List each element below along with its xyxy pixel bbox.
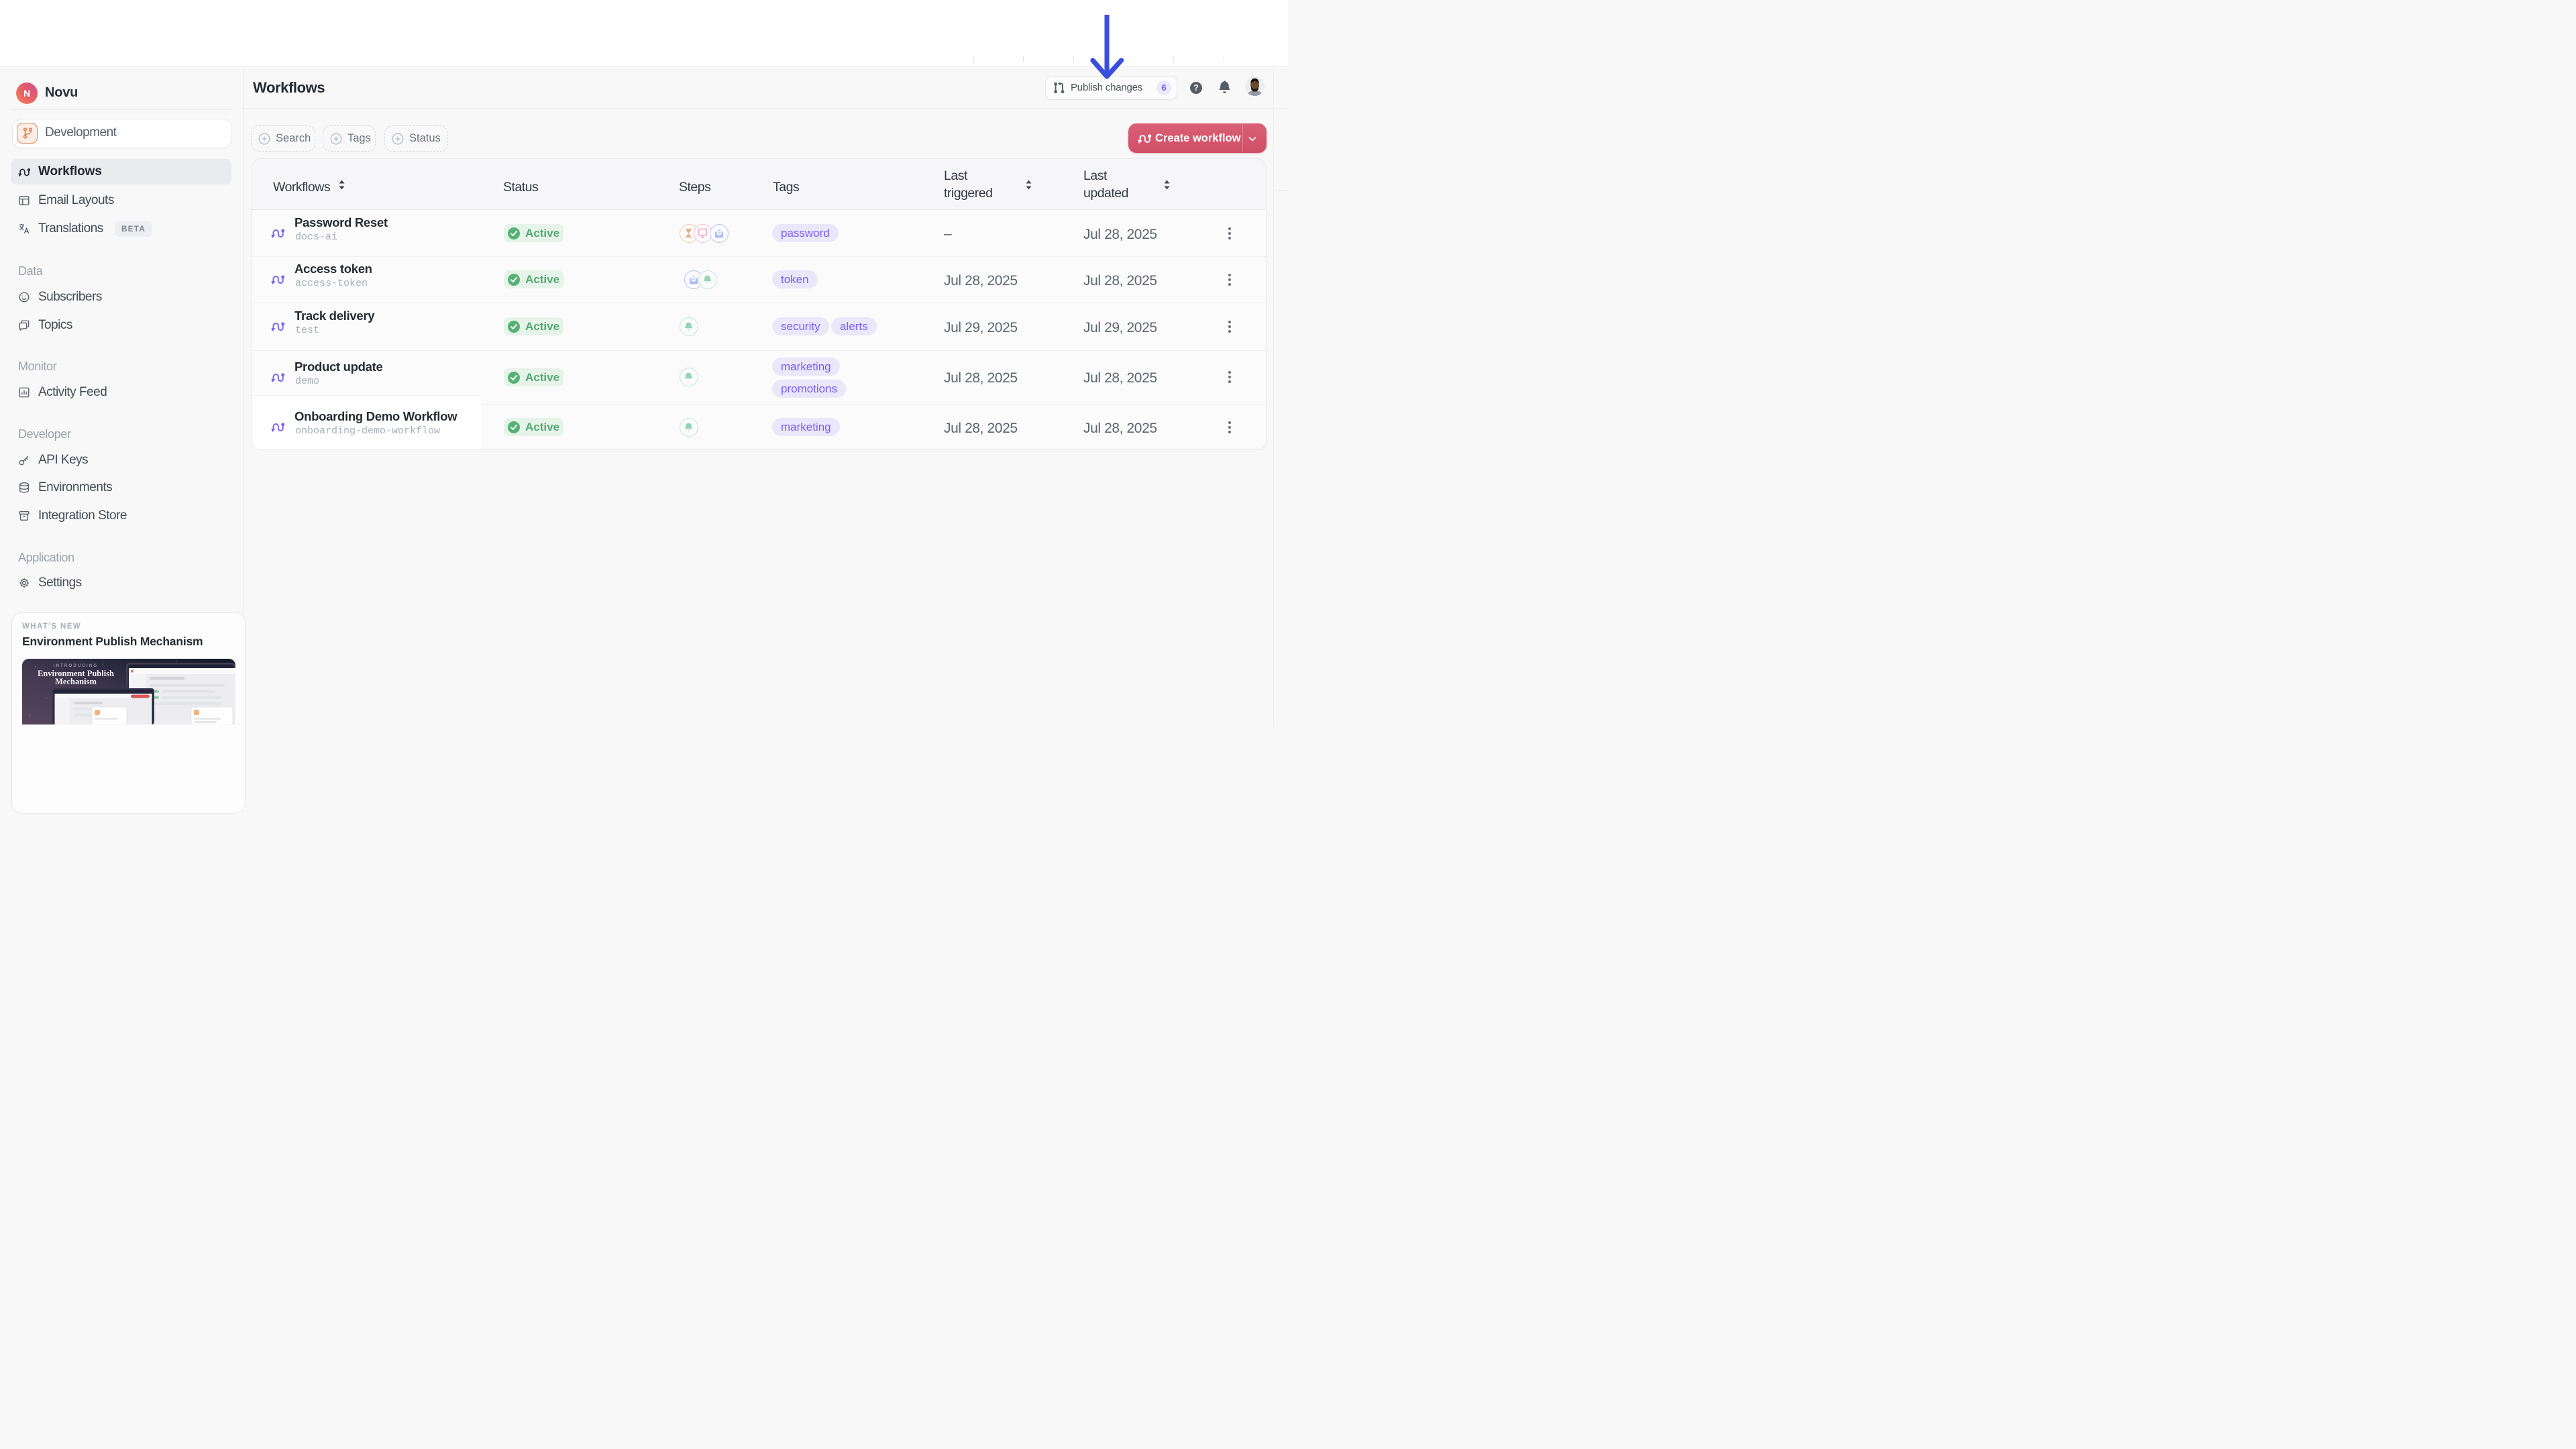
svg-text:Mechanism: Mechanism <box>55 677 97 686</box>
svg-text:INTRODUCING: INTRODUCING <box>54 664 99 668</box>
